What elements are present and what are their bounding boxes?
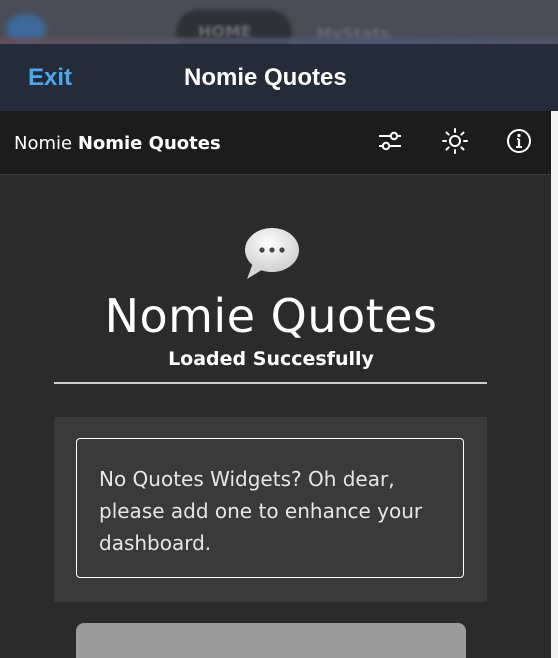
empty-state-message: No Quotes Widgets? Oh dear, please add o… — [76, 438, 464, 578]
scrollbar-gutter[interactable] — [551, 111, 558, 658]
widget-header-prefix: Nomie — [14, 133, 73, 154]
theme-toggle-button[interactable] — [439, 125, 471, 157]
widget-header-name: Nomie Quotes — [77, 133, 221, 154]
quotes-title: Nomie Quotes — [104, 289, 438, 343]
exit-button[interactable]: Exit — [28, 64, 72, 92]
info-button[interactable] — [503, 125, 535, 157]
nav-title: Nomie Quotes — [184, 64, 347, 91]
next-widget-card[interactable] — [76, 623, 466, 658]
settings-sliders-button[interactable] — [374, 125, 406, 157]
sliders-icon — [379, 131, 401, 151]
top-nav-bar: Exit Nomie Quotes — [0, 44, 558, 111]
quotes-panel: No Quotes Widgets? Oh dear, please add o… — [54, 417, 487, 602]
info-icon — [507, 129, 531, 153]
sun-icon — [442, 128, 468, 154]
background-tab-strip: HOME MyStats — [0, 0, 558, 44]
speech-bubble-icon — [245, 228, 299, 279]
widget-header-title: Nomie Nomie Quotes — [14, 133, 221, 154]
widget-content: Nomie Quotes Loaded Succesfully No Quote… — [0, 175, 551, 658]
section-divider — [54, 382, 487, 384]
widget-header: Nomie Nomie Quotes — [0, 111, 551, 175]
load-status: Loaded Succesfully — [168, 348, 374, 370]
app-frame: HOME MyStats Exit Nomie Quotes Nomie Nom… — [0, 0, 558, 658]
